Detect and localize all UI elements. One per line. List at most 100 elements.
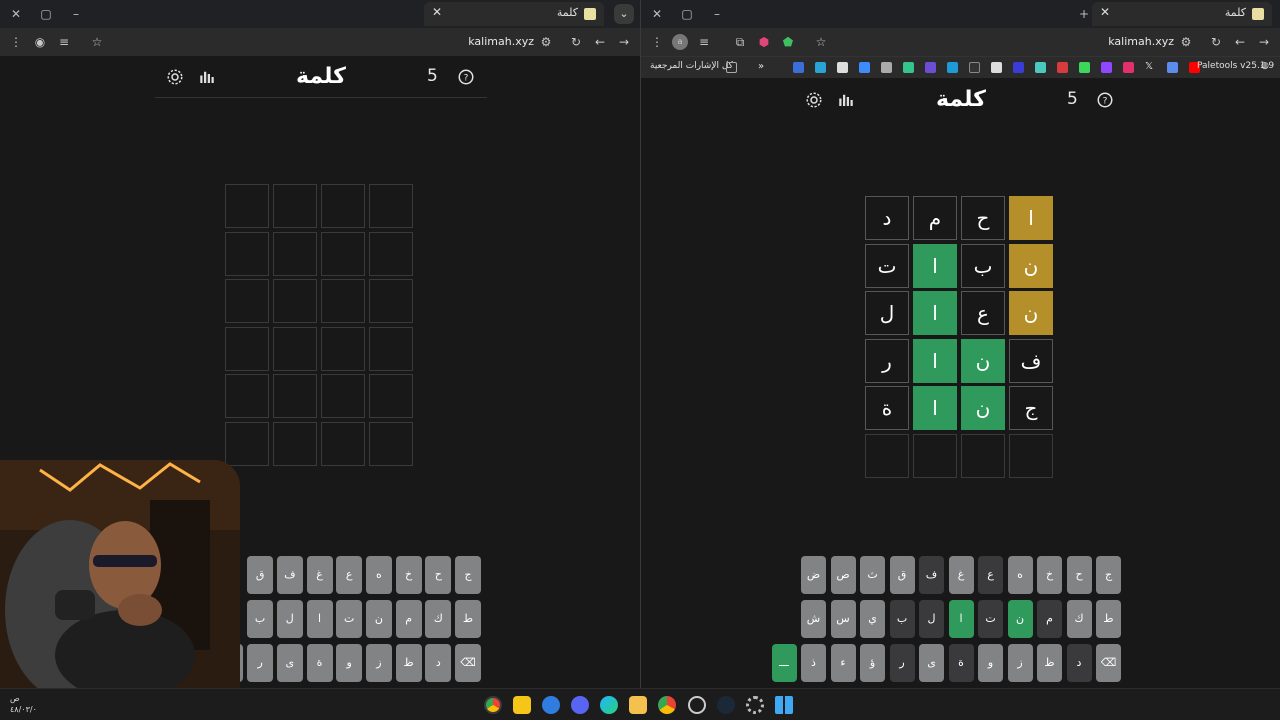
keyboard-key[interactable]: ق <box>247 556 274 594</box>
keyboard-key[interactable]: ف <box>276 556 303 594</box>
extension-adblock-icon[interactable]: ⬟ <box>780 34 796 50</box>
obs-icon[interactable] <box>688 696 706 714</box>
bookmark-icon[interactable] <box>1057 62 1068 73</box>
settings-gear-icon[interactable] <box>746 696 764 714</box>
keyboard-key[interactable]: ء <box>830 644 856 682</box>
settings-gear-icon[interactable] <box>805 91 823 109</box>
keyboard-key[interactable]: د <box>425 644 452 682</box>
keyboard-key[interactable]: ع <box>978 556 1003 594</box>
keyboard-key[interactable]: ق <box>889 556 915 594</box>
site-settings-icon[interactable]: ⚙ <box>1178 34 1194 50</box>
keyboard-key[interactable]: ة <box>306 644 333 682</box>
keyboard-key[interactable]: ج <box>1096 556 1121 594</box>
keyboard-key[interactable]: ص <box>830 556 856 594</box>
keyboard-key[interactable]: ي <box>860 600 885 638</box>
keyboard-key[interactable]: ـــ <box>771 644 797 682</box>
keyboard-key[interactable]: و <box>336 644 363 682</box>
keyboard-key[interactable]: ت <box>336 600 363 638</box>
instagram-icon[interactable] <box>1123 62 1134 73</box>
tab-kalimah[interactable]: ✕ كلمة <box>424 2 604 26</box>
twitch-icon[interactable] <box>1101 62 1112 73</box>
help-icon[interactable]: ? <box>1096 91 1114 109</box>
new-tab-icon[interactable]: + <box>1076 6 1092 22</box>
keyboard-key[interactable]: غ <box>306 556 333 594</box>
keyboard-key[interactable]: خ <box>395 556 422 594</box>
profile-icon[interactable]: ◉ <box>32 34 48 50</box>
keyboard-key[interactable]: م <box>1037 600 1062 638</box>
rockstar-icon[interactable] <box>513 696 531 714</box>
x-icon[interactable]: 𝕏 <box>1145 61 1153 72</box>
keyboard-key[interactable]: ط <box>1096 600 1121 638</box>
all-bookmarks-link[interactable]: كل الإشارات المرجعية <box>650 61 733 71</box>
keyboard-key[interactable]: س <box>830 600 856 638</box>
keyboard-key[interactable]: ى <box>919 644 944 682</box>
keyboard-key[interactable]: ت <box>978 600 1003 638</box>
stats-chart-icon[interactable] <box>837 91 855 109</box>
file-explorer-icon[interactable] <box>629 696 647 714</box>
forward-icon[interactable]: → <box>616 34 632 50</box>
stats-chart-icon[interactable] <box>198 68 216 86</box>
keyboard-key[interactable]: ظ <box>395 644 422 682</box>
bookmark-icon[interactable] <box>837 62 848 73</box>
keyboard-key[interactable]: ل <box>919 600 944 638</box>
keyboard-key[interactable]: ب <box>889 600 915 638</box>
reading-list-icon[interactable]: ≡ <box>696 34 712 50</box>
bookmark-icon[interactable] <box>925 62 936 73</box>
keyboard-key[interactable]: ن <box>365 600 392 638</box>
bookmark-icon[interactable] <box>969 62 980 73</box>
menu-icon[interactable]: ⋮ <box>8 34 24 50</box>
menu-icon[interactable]: ⋮ <box>649 34 665 50</box>
settings-gear-icon[interactable] <box>166 68 184 86</box>
profile-icon[interactable]: a <box>672 34 688 50</box>
site-settings-icon[interactable]: ⚙ <box>538 34 554 50</box>
close-tab-icon[interactable]: ✕ <box>432 5 442 19</box>
chrome-icon[interactable] <box>484 696 502 714</box>
keyboard-key[interactable]: غ <box>948 556 974 594</box>
reload-icon[interactable]: ↻ <box>568 34 584 50</box>
keyboard-key[interactable]: د <box>1066 644 1092 682</box>
tab-kalimah[interactable]: ✕ كلمة <box>1092 2 1272 26</box>
bookmark-icon[interactable] <box>1167 62 1178 73</box>
keyboard-key[interactable]: ف <box>919 556 944 594</box>
keyboard-key[interactable]: ر <box>247 644 274 682</box>
edge-icon[interactable] <box>600 696 618 714</box>
address-bar[interactable]: kalimah.xyz <box>468 35 534 48</box>
bookmark-icon[interactable] <box>1079 62 1090 73</box>
keyboard-key[interactable]: ا <box>948 600 974 638</box>
keyboard-key[interactable]: ؤ <box>860 644 885 682</box>
bookmark-icon[interactable] <box>991 62 1002 73</box>
keyboard-key[interactable]: ر <box>889 644 915 682</box>
address-bar[interactable]: kalimah.xyz <box>1108 35 1174 48</box>
backspace-key[interactable]: ⌫ <box>455 644 481 682</box>
app-icon[interactable] <box>542 696 560 714</box>
keyboard-key[interactable]: م <box>395 600 422 638</box>
keyboard-key[interactable]: ظ <box>1037 644 1062 682</box>
bookmark-icon[interactable] <box>1013 62 1024 73</box>
keyboard-key[interactable]: ح <box>1066 556 1092 594</box>
keyboard-key[interactable]: ذ <box>801 644 826 682</box>
keyboard-key[interactable]: خ <box>1037 556 1062 594</box>
steam-icon[interactable] <box>717 696 735 714</box>
minimize-icon[interactable]: – <box>709 6 725 22</box>
keyboard-key[interactable]: ز <box>365 644 392 682</box>
discord-icon[interactable] <box>571 696 589 714</box>
chrome-icon[interactable] <box>658 696 676 714</box>
bookmark-icon[interactable] <box>947 62 958 73</box>
bookmark-icon[interactable] <box>793 62 804 73</box>
tab-search-dropdown-icon[interactable]: ⌄ <box>614 4 634 24</box>
keyboard-key[interactable]: ج <box>455 556 481 594</box>
keyboard-key[interactable]: ب <box>247 600 274 638</box>
keyboard-key[interactable]: ض <box>801 556 826 594</box>
keyboard-key[interactable]: ة <box>948 644 974 682</box>
reload-icon[interactable]: ↻ <box>1208 34 1224 50</box>
forward-icon[interactable]: → <box>1256 34 1272 50</box>
back-icon[interactable]: ← <box>592 34 608 50</box>
keyboard-key[interactable]: ن <box>1007 600 1033 638</box>
keyboard-key[interactable]: ه <box>365 556 392 594</box>
bookmark-icon[interactable] <box>859 62 870 73</box>
maximize-icon[interactable]: ▢ <box>38 6 54 22</box>
extensions-icon[interactable]: ⧉ <box>732 34 748 50</box>
keyboard-key[interactable]: ل <box>276 600 303 638</box>
backspace-key[interactable]: ⌫ <box>1096 644 1121 682</box>
back-icon[interactable]: ← <box>1232 34 1248 50</box>
